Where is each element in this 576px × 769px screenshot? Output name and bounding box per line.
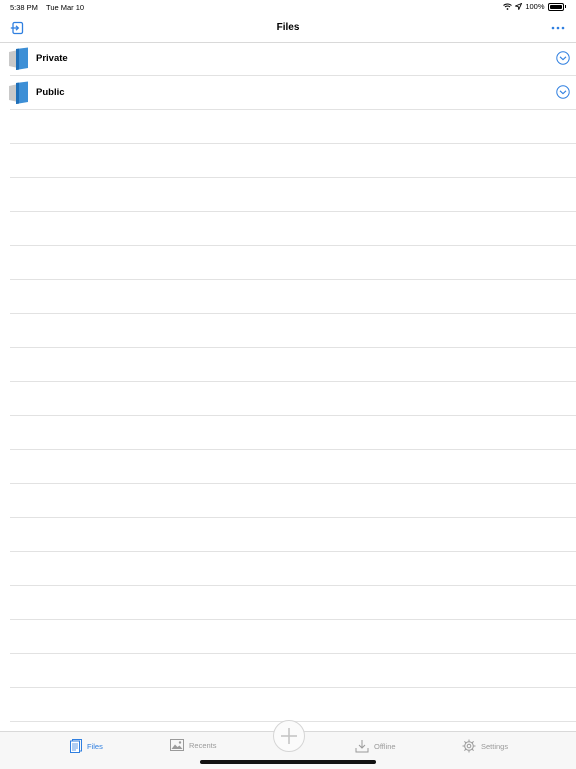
tab-recents-label: Recents xyxy=(189,740,217,750)
empty-row xyxy=(10,314,576,348)
status-time: 5:38 PM xyxy=(10,3,38,12)
folder-row-public[interactable]: Public xyxy=(9,76,576,110)
tab-offline-label: Offline xyxy=(374,741,396,751)
photo-icon xyxy=(170,739,184,751)
empty-row xyxy=(10,416,576,450)
empty-row xyxy=(10,586,576,620)
empty-row xyxy=(10,620,576,654)
empty-row xyxy=(10,212,576,246)
empty-row xyxy=(10,178,576,212)
status-bar: 5:38 PM Tue Mar 10 100% xyxy=(0,0,576,14)
folder-label: Private xyxy=(36,53,68,64)
tab-settings-label: Settings xyxy=(481,741,509,751)
empty-row xyxy=(10,552,576,586)
empty-row xyxy=(10,518,576,552)
tab-files-label: Files xyxy=(87,741,103,751)
tab-settings[interactable]: Settings xyxy=(462,739,508,753)
folder-row-private[interactable]: Private xyxy=(9,42,576,76)
tab-offline[interactable]: Offline xyxy=(355,739,396,753)
empty-row xyxy=(10,484,576,518)
tab-files[interactable]: Files xyxy=(70,739,103,753)
location-icon xyxy=(515,3,523,10)
status-date: Tue Mar 10 xyxy=(46,3,85,12)
empty-row xyxy=(10,688,576,722)
battery-icon xyxy=(547,2,564,11)
empty-row xyxy=(10,382,576,416)
folder-icon xyxy=(9,81,28,104)
more-icon[interactable] xyxy=(550,21,566,35)
empty-row xyxy=(10,348,576,382)
chevron-down-icon[interactable] xyxy=(556,85,570,99)
status-left: 5:38 PM Tue Mar 10 xyxy=(10,3,84,12)
folder-icon xyxy=(9,47,28,70)
tab-recents[interactable]: Recents xyxy=(170,739,217,751)
folder-label: Public xyxy=(36,87,65,98)
empty-row xyxy=(10,246,576,280)
chevron-down-icon[interactable] xyxy=(556,51,570,65)
empty-row xyxy=(10,450,576,484)
empty-row xyxy=(10,110,576,144)
empty-row xyxy=(10,280,576,314)
gear-icon xyxy=(462,739,476,753)
page-title: Files xyxy=(276,22,300,33)
empty-rows xyxy=(0,110,576,756)
wifi-icon xyxy=(503,3,513,10)
files-icon xyxy=(70,739,82,753)
nav-bar: Files xyxy=(0,14,576,43)
home-indicator xyxy=(200,760,376,764)
empty-row xyxy=(10,144,576,178)
empty-row xyxy=(10,654,576,688)
file-list: Private Public xyxy=(0,42,576,756)
download-icon xyxy=(355,740,369,753)
status-right: 100% xyxy=(503,2,566,11)
battery-percent: 100% xyxy=(525,2,545,11)
add-button[interactable] xyxy=(273,720,305,752)
plus-icon xyxy=(281,728,297,744)
